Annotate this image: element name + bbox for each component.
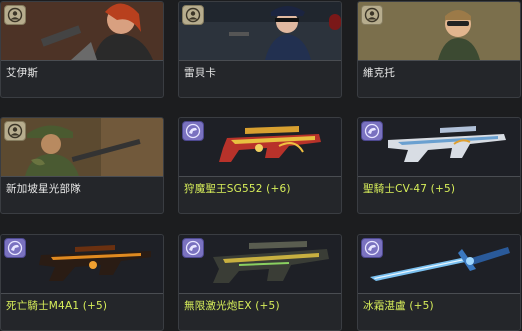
- item-name: 冰霜湛盧 (+5): [363, 300, 434, 312]
- weapon-badge-icon: [4, 238, 26, 258]
- item-name: 艾伊斯: [6, 67, 39, 79]
- card-divider: [358, 293, 520, 294]
- item-name: 聖騎士CV-47 (+5): [363, 183, 456, 195]
- weapon-badge-icon: [182, 121, 204, 141]
- item-name: 死亡騎士M4A1 (+5): [6, 300, 108, 312]
- card-divider: [358, 176, 520, 177]
- item-card-cv47[interactable]: 聖騎士CV-47 (+5): [357, 117, 521, 214]
- card-divider: [1, 293, 163, 294]
- item-name: 無限激光炮EX (+5): [184, 300, 280, 312]
- card-divider: [1, 60, 163, 61]
- card-divider: [179, 60, 341, 61]
- card-divider: [179, 176, 341, 177]
- item-name: 新加坡星光部隊: [6, 183, 81, 195]
- person-badge-icon: [182, 5, 204, 25]
- person-badge-icon: [4, 121, 26, 141]
- item-grid: 艾伊斯 雷貝卡 維克托 新加坡星光部隊 狩魔聖王SG552 (+6) 聖騎士CV…: [0, 0, 522, 331]
- item-card-laser-cannon[interactable]: 無限激光炮EX (+5): [178, 234, 342, 331]
- card-divider: [179, 293, 341, 294]
- weapon-badge-icon: [361, 121, 383, 141]
- item-card-m4a1[interactable]: 死亡騎士M4A1 (+5): [0, 234, 164, 331]
- item-card-singapore-unit[interactable]: 新加坡星光部隊: [0, 117, 164, 214]
- card-divider: [1, 176, 163, 177]
- item-card-sg552[interactable]: 狩魔聖王SG552 (+6): [178, 117, 342, 214]
- card-divider: [358, 60, 520, 61]
- item-card-victor[interactable]: 維克托: [357, 1, 521, 98]
- item-card-rebecca[interactable]: 雷貝卡: [178, 1, 342, 98]
- item-card-ais[interactable]: 艾伊斯: [0, 1, 164, 98]
- person-badge-icon: [361, 5, 383, 25]
- weapon-badge-icon: [182, 238, 204, 258]
- item-name: 維克托: [363, 67, 396, 79]
- item-name: 狩魔聖王SG552 (+6): [184, 183, 291, 195]
- item-name: 雷貝卡: [184, 67, 217, 79]
- person-badge-icon: [4, 5, 26, 25]
- weapon-badge-icon: [361, 238, 383, 258]
- item-card-frost-sword[interactable]: 冰霜湛盧 (+5): [357, 234, 521, 331]
